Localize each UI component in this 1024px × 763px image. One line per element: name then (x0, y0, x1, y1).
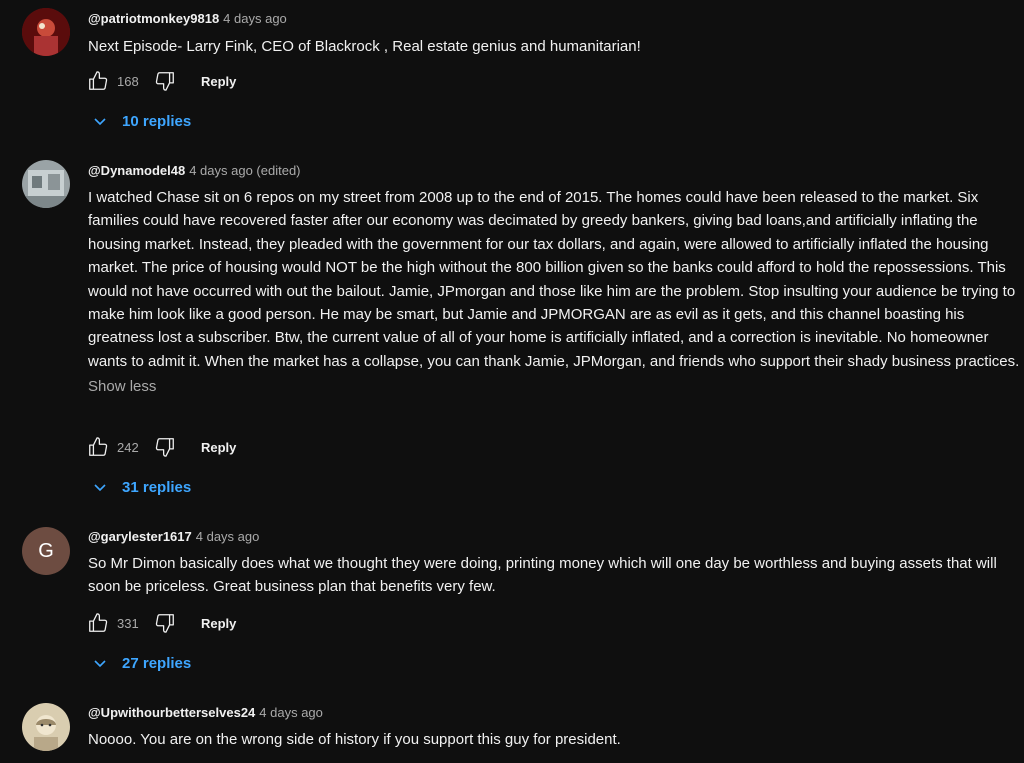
photo-avatar-icon (22, 160, 70, 208)
comment-actions: 242 Reply (86, 435, 236, 459)
author-name[interactable]: @patriotmonkey9818 (88, 11, 219, 26)
comment-header: @Upwithourbetterselves24 4 days ago (88, 705, 1020, 721)
comment-text: Noooo. You are on the wrong side of hist… (88, 731, 621, 748)
reply-button[interactable]: Reply (201, 616, 236, 631)
photo-avatar-icon (22, 703, 70, 751)
comment-actions: 331 Reply (86, 611, 236, 635)
like-icon[interactable] (86, 69, 110, 93)
like-icon[interactable] (86, 611, 110, 635)
avatar-letter: G (38, 539, 54, 562)
dislike-icon[interactable] (153, 611, 177, 635)
chevron-down-icon (90, 653, 110, 673)
replies-count: 27 replies (122, 654, 192, 672)
comment-text: So Mr Dimon basically does what we thoug… (88, 555, 997, 596)
timestamp[interactable]: 4 days ago (259, 705, 323, 720)
like-count: 331 (117, 615, 139, 631)
timestamp[interactable]: 4 days ago (edited) (189, 163, 300, 178)
replies-count: 31 replies (122, 478, 192, 496)
author-name[interactable]: @garylester1617 (88, 529, 192, 544)
show-less-button[interactable]: Show less (88, 376, 1020, 398)
timestamp[interactable]: 4 days ago (223, 11, 287, 26)
comment-actions: 168 Reply (86, 69, 236, 93)
dislike-icon[interactable] (153, 69, 177, 93)
photo-avatar-icon (22, 8, 70, 56)
comment-header: @patriotmonkey9818 4 days ago (88, 11, 1020, 27)
comment-text: I watched Chase sit on 6 repos on my str… (88, 189, 1020, 370)
view-replies-button[interactable]: 10 replies (90, 109, 191, 133)
avatar[interactable]: G (22, 527, 70, 575)
author-name[interactable]: @Upwithourbetterselves24 (88, 705, 255, 720)
timestamp[interactable]: 4 days ago (196, 529, 260, 544)
like-count: 168 (117, 73, 139, 89)
view-replies-button[interactable]: 31 replies (90, 475, 191, 499)
comment-header: @garylester1617 4 days ago (88, 529, 1020, 545)
chevron-down-icon (90, 477, 110, 497)
reply-button[interactable]: Reply (201, 74, 236, 89)
comment-text: Next Episode- Larry Fink, CEO of Blackro… (88, 38, 641, 55)
view-replies-button[interactable]: 27 replies (90, 651, 191, 675)
avatar[interactable] (22, 160, 70, 208)
author-name[interactable]: @Dynamodel48 (88, 163, 185, 178)
comment-header: @Dynamodel48 4 days ago (edited) (88, 163, 1020, 179)
like-icon[interactable] (86, 435, 110, 459)
dislike-icon[interactable] (153, 435, 177, 459)
like-count: 242 (117, 439, 139, 455)
avatar[interactable] (22, 703, 70, 751)
reply-button[interactable]: Reply (201, 440, 236, 455)
replies-count: 10 replies (122, 112, 192, 130)
avatar[interactable] (22, 8, 70, 56)
chevron-down-icon (90, 111, 110, 131)
